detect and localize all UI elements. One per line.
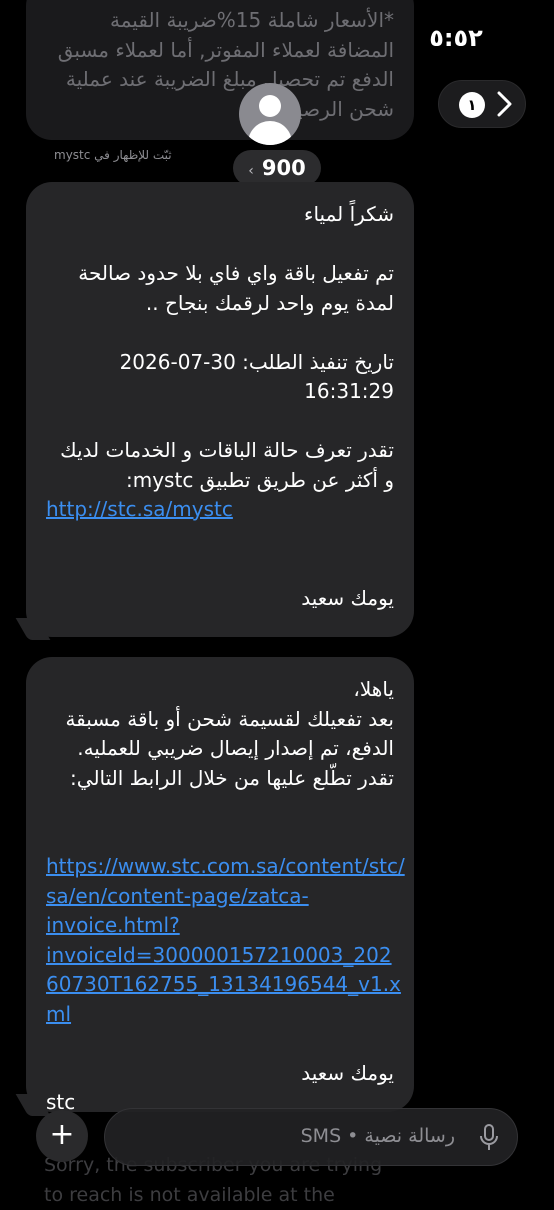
invoice-link-line[interactable]: sa/en/content-page/zatca- (46, 882, 394, 912)
unread-count-badge: ١ (459, 92, 485, 118)
message-closing: يومك سعيد (301, 1060, 394, 1085)
invoice-link-line[interactable]: https://www.stc.com.sa/content/stc/ (46, 852, 405, 882)
person-icon (259, 95, 281, 117)
message-bubble[interactable]: شكراً لمياء تم تفعيل باقة واي فاي بلا حد… (26, 182, 414, 637)
person-icon-body (248, 121, 292, 145)
message-line: to reach is not available at the (44, 1184, 335, 1206)
message-bubble-previous[interactable]: *الأسعار شاملة 15%ضريبة القيمة المضافة ل… (26, 0, 414, 140)
message-line: *الأسعار شاملة 15%ضريبة القيمة (110, 8, 394, 32)
add-attachment-button[interactable]: + (36, 1110, 88, 1162)
message-line: بعد تفعيلك لقسيمة شحن أو باقة مسبقة (65, 706, 394, 731)
mystc-link[interactable]: http://stc.sa/mystc (46, 495, 394, 525)
message-greeting: شكراً لمياء (304, 202, 394, 226)
contact-name: 900 (261, 156, 306, 180)
contact-name-button[interactable]: ‹ 900 (233, 150, 321, 186)
status-time: ٥:٥٢ (429, 24, 483, 52)
order-date-label: تاريخ تنفيذ الطلب: 30-07-2026 (119, 349, 394, 374)
message-input[interactable]: رسالة نصية • SMS (104, 1108, 518, 1166)
message-line: تم تفعيل باقة واي فاي بلا حدود صالحة (78, 261, 394, 285)
message-input-placeholder: رسالة نصية • SMS (300, 1125, 455, 1147)
invoice-link-line[interactable]: ml (46, 1000, 394, 1030)
invoice-link[interactable]: https://www.stc.com.sa/content/stc/ sa/e… (46, 852, 405, 1030)
chevron-right-icon (495, 87, 515, 128)
microphone-icon[interactable] (479, 1123, 499, 1153)
message-line: المضافة لعملاء المفوتر, أما لعملاء مسبق (57, 37, 394, 62)
message-line: تقدر تعرف حالة الباقات و الخدمات لديك (60, 438, 394, 462)
message-closing: يومك سعيد (301, 585, 394, 610)
message-line: لمدة يوم واحد لرقمك بنجاح .. (145, 290, 394, 315)
order-time: 16:31:29 (304, 379, 394, 403)
message-line: شحن الرصيد (286, 96, 394, 121)
pin-note: ثبّت للإظهار في mystc (54, 148, 172, 162)
invoice-link-line[interactable]: invoiceId=300000157210003_202 (46, 941, 394, 971)
message-line: الدفع، تم إصدار إيصال ضريبي للعمليه. (77, 736, 394, 760)
invoice-link-line[interactable]: invoice.html? (46, 911, 394, 941)
chevron-icon: ‹ (248, 163, 254, 179)
message-bubble[interactable]: ياهلا، بعد تفعيلك لقسيمة شحن أو باقة مسب… (26, 657, 414, 1114)
back-button[interactable]: ١ (438, 80, 526, 128)
message-line: و أكثر عن طريق تطبيق mystc: (125, 467, 394, 492)
contact-avatar[interactable] (239, 83, 301, 145)
plus-icon: + (49, 1117, 75, 1152)
invoice-link-line[interactable]: 60730T162755_13134196544_v1.x (46, 970, 401, 1000)
message-line: الدفع تم تحصيل مبلغ الضريبة عند عملية (65, 67, 394, 91)
message-line: تقدر تطّلع عليها من خلال الرابط التالي: (70, 765, 394, 790)
message-line: ياهلا، (353, 677, 394, 701)
